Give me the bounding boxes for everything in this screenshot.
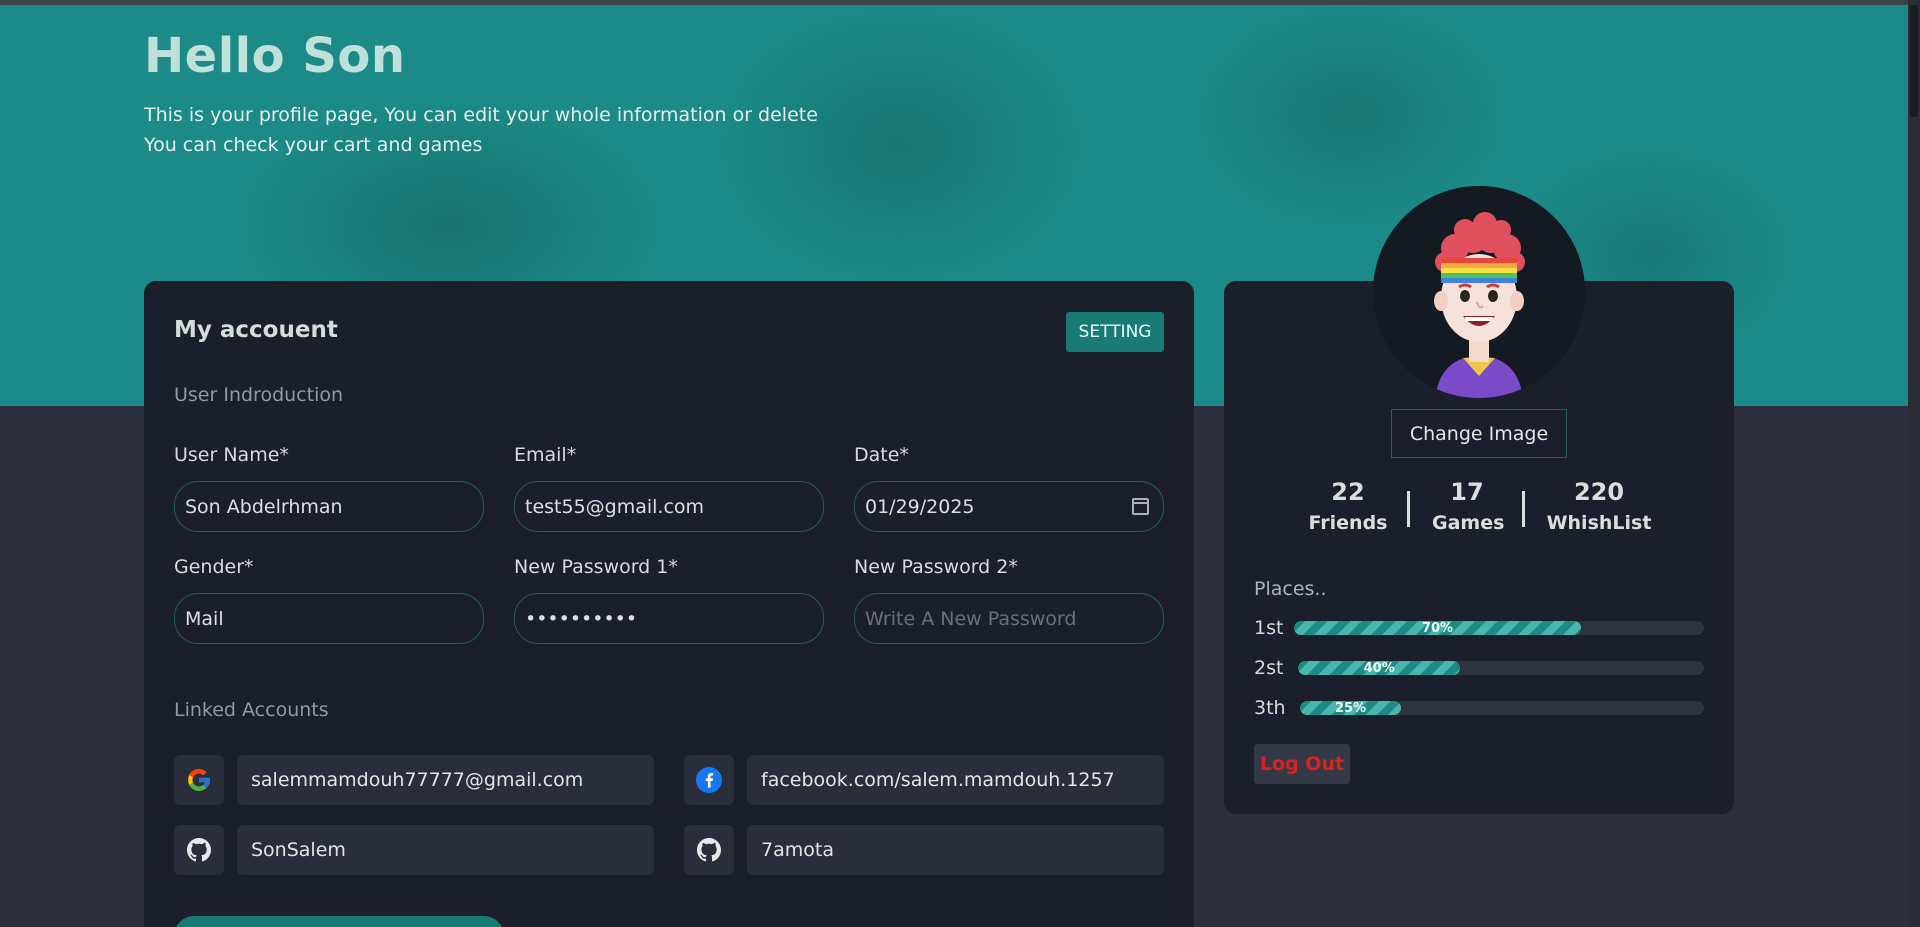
google-icon-box[interactable] (174, 755, 224, 805)
places-label: Places.. (1254, 578, 1327, 600)
setting-button[interactable]: SETTING (1066, 312, 1164, 352)
stat-games: 17 Games (1432, 478, 1505, 534)
stat-friends: 22 Friends (1308, 478, 1388, 534)
google-account-field[interactable]: salemmamdouh77777@gmail.com (237, 755, 654, 805)
email-label: Email* (514, 444, 577, 466)
place-progress-2: 40% (1298, 661, 1704, 675)
user-introduction-label: User Indroduction (174, 384, 344, 406)
password2-input[interactable]: Write A New Password (854, 593, 1164, 644)
password1-input[interactable]: •••••••••• (514, 593, 824, 644)
password2-label: New Password 2* (854, 556, 1018, 578)
date-label: Date* (854, 444, 909, 466)
facebook-account-field[interactable]: facebook.com/salem.mamdouh.1257 (747, 755, 1164, 805)
facebook-icon (696, 767, 722, 793)
wishlist-count: 220 (1573, 478, 1625, 506)
stat-divider (1522, 491, 1525, 527)
github-icon-box-1[interactable] (174, 825, 224, 875)
stat-divider (1407, 491, 1410, 527)
gender-label: Gender* (174, 556, 254, 578)
avatar-image (1373, 186, 1585, 398)
scrollbar-thumb[interactable] (1910, 5, 1918, 117)
place-progress-3: 25% (1300, 701, 1704, 715)
github-icon (187, 838, 211, 862)
place-label-2: 2st (1254, 657, 1284, 679)
place-progress-fill: 40% (1298, 661, 1461, 675)
password1-label: New Password 1* (514, 556, 678, 578)
calendar-icon[interactable] (1132, 498, 1149, 515)
place-label-3: 3th (1254, 697, 1286, 719)
github-icon (697, 838, 721, 862)
email-input[interactable]: test55@gmail.com (514, 481, 824, 532)
place-progress-fill: 25% (1300, 701, 1401, 715)
page-subtitle: This is your profile page, You can edit … (144, 100, 818, 160)
friends-count: 22 (1331, 478, 1365, 506)
linked-accounts-label: Linked Accounts (174, 699, 329, 721)
place-label-1: 1st (1254, 617, 1284, 639)
friends-label: Friends (1308, 512, 1388, 534)
save-button[interactable] (174, 916, 504, 927)
logout-button[interactable]: Log Out (1254, 744, 1350, 784)
avatar (1373, 186, 1585, 398)
facebook-icon-box[interactable] (684, 755, 734, 805)
account-title: My accouent (174, 317, 338, 343)
username-input[interactable]: Son Abdelrhman (174, 481, 484, 532)
stat-wishlist: 220 WhishList (1546, 478, 1652, 534)
subtitle-line-2: You can check your cart and games (144, 134, 483, 156)
games-count: 17 (1450, 478, 1484, 506)
account-card: My accouent SETTING User Indroduction Us… (144, 281, 1194, 927)
page-title: Hello Son (144, 28, 406, 84)
google-icon (188, 769, 210, 791)
github-account-field-1[interactable]: SonSalem (237, 825, 654, 875)
scrollbar[interactable] (1908, 0, 1920, 927)
date-value: 01/29/2025 (865, 495, 975, 518)
github-account-field-2[interactable]: 7amota (747, 825, 1164, 875)
wishlist-label: WhishList (1546, 512, 1652, 534)
games-label: Games (1432, 512, 1505, 534)
username-label: User Name* (174, 444, 289, 466)
place-progress-1: 70% (1294, 621, 1704, 635)
place-progress-fill: 70% (1294, 621, 1581, 635)
date-input[interactable]: 01/29/2025 (854, 481, 1164, 532)
gender-input[interactable]: Mail (174, 593, 484, 644)
github-icon-box-2[interactable] (684, 825, 734, 875)
change-image-button[interactable]: Change Image (1391, 409, 1567, 458)
subtitle-line-1: This is your profile page, You can edit … (144, 104, 818, 126)
